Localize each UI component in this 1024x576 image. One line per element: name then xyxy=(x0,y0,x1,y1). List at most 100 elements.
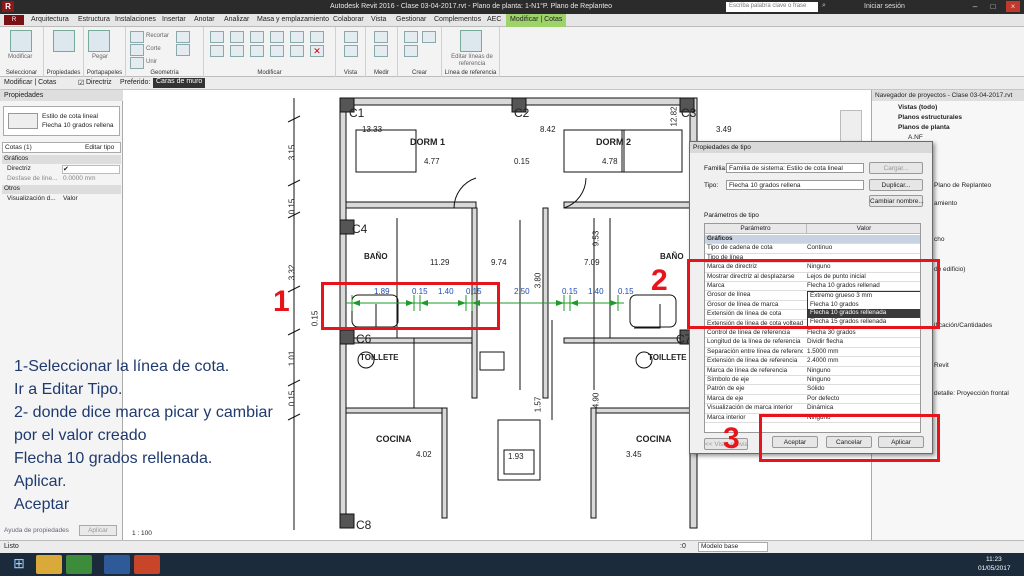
dimension-icon[interactable] xyxy=(374,45,388,57)
param-row[interactable]: Visualización de marca interior Dinámica xyxy=(705,404,920,414)
browser-item[interactable]: Revit xyxy=(934,362,949,369)
tab-modificar-cotas[interactable]: Modificar | Cotas xyxy=(506,14,567,27)
param-value[interactable]: Ninguno xyxy=(807,376,919,384)
browser-item[interactable]: detalle: Proyección frontal xyxy=(934,390,1009,397)
paint-icon[interactable] xyxy=(176,31,190,43)
param-row[interactable]: Marca de eje Por defecto xyxy=(705,395,920,405)
clock-time[interactable]: 11:23 xyxy=(986,556,1002,563)
tab-insertar[interactable]: Insertar xyxy=(162,16,186,23)
param-row[interactable]: Longitud de la línea de referencia Dividi… xyxy=(705,338,920,348)
tab-anotar[interactable]: Anotar xyxy=(194,16,215,23)
offset-icon[interactable] xyxy=(210,45,224,57)
split-icon[interactable] xyxy=(290,31,304,43)
revit-icon[interactable] xyxy=(104,555,130,574)
browser-item[interactable]: Plano de Replanteo xyxy=(934,182,991,189)
tab-arquitectura[interactable]: Arquitectura xyxy=(31,16,69,23)
array-icon[interactable] xyxy=(290,45,304,57)
create-part-icon[interactable] xyxy=(404,45,418,57)
paste-icon[interactable] xyxy=(88,30,110,52)
chrome-icon[interactable] xyxy=(66,555,92,574)
cambiar-nombre-button[interactable]: Cambiar nombre... xyxy=(869,195,924,207)
split-face-icon[interactable] xyxy=(176,44,190,56)
properties-help-link[interactable]: Ayuda de propiedades xyxy=(4,527,69,534)
param-row[interactable]: Símbolo de eje Ninguno xyxy=(705,376,920,386)
param-value[interactable]: Continuo xyxy=(807,244,919,252)
join-icon[interactable] xyxy=(130,57,144,69)
tab-aec[interactable]: AEC xyxy=(487,16,501,23)
browser-item[interactable]: ificación/Cantidades xyxy=(934,322,992,329)
browser-item[interactable]: Planos estructurales xyxy=(898,114,962,121)
browser-item[interactable]: Planos de planta xyxy=(898,124,950,131)
browser-item[interactable]: Vistas (todo) xyxy=(898,104,937,111)
create-group-icon[interactable] xyxy=(422,31,436,43)
tab-complementos[interactable]: Complementos xyxy=(434,16,481,23)
param-row[interactable]: Separación entre línea de referencia 1.50… xyxy=(705,348,920,358)
type-selector[interactable]: Estilo de cota lineal Flecha 10 grados r… xyxy=(3,106,120,136)
maximize-icon[interactable]: □ xyxy=(986,1,1000,12)
param-row[interactable]: Tipo de cadena de cota Continuo xyxy=(705,244,920,254)
move-icon[interactable] xyxy=(250,31,264,43)
properties-apply-button[interactable]: Aplicar xyxy=(79,525,117,536)
create-similar-icon[interactable] xyxy=(404,31,418,43)
mirror-draw-icon[interactable] xyxy=(230,45,244,57)
sign-in-link[interactable]: Iniciar sesión xyxy=(864,3,905,10)
tab-gestionar[interactable]: Gestionar xyxy=(396,16,426,23)
override-icon[interactable] xyxy=(344,45,358,57)
param-value[interactable]: Sólido xyxy=(807,385,919,393)
instance-selector[interactable]: Cotas (1) Editar tipo xyxy=(2,142,121,153)
browser-item[interactable]: cho xyxy=(934,236,944,243)
param-value[interactable]: Flecha 30 grados xyxy=(807,329,919,337)
preferido-select[interactable]: Caras de muro xyxy=(153,78,206,88)
param-value[interactable]: 1.5000 mm xyxy=(807,348,919,356)
search-input[interactable]: Escriba palabra clave o frase xyxy=(726,2,818,12)
trim-icon[interactable] xyxy=(270,45,284,57)
app-menu-icon[interactable]: R xyxy=(2,1,14,12)
powerpoint-icon[interactable] xyxy=(134,555,160,574)
rotate-icon[interactable] xyxy=(270,31,284,43)
directriz-checkbox[interactable]: ☑ xyxy=(78,79,84,87)
model-select[interactable]: Modelo base xyxy=(698,542,768,552)
properties-icon[interactable] xyxy=(53,30,75,52)
param-value[interactable]: Por defecto xyxy=(807,395,919,403)
align-icon[interactable] xyxy=(210,31,224,43)
modify-tool-icon[interactable] xyxy=(10,30,32,52)
param-row[interactable]: Marca de línea de referencia Ninguno xyxy=(705,367,920,376)
clock-date[interactable]: 01/05/2017 xyxy=(978,565,1011,572)
close-icon[interactable]: × xyxy=(1006,1,1020,12)
start-button[interactable]: ⊞ xyxy=(4,555,34,574)
application-button[interactable]: R xyxy=(4,15,24,25)
tab-estructura[interactable]: Estructura xyxy=(78,16,110,23)
param-row[interactable]: Extensión de línea de referencia 2.4000 m… xyxy=(705,357,920,367)
scale-icon[interactable] xyxy=(310,31,324,43)
tab-colaborar[interactable]: Colaborar xyxy=(333,16,364,23)
tab-masa-emplazamiento[interactable]: Masa y emplazamiento xyxy=(257,16,329,23)
cargar-button[interactable]: Cargar... xyxy=(869,162,923,174)
tipo-select[interactable]: Flecha 10 grados rellena xyxy=(726,180,864,190)
hide-icon[interactable] xyxy=(344,31,358,43)
directriz-checkbox[interactable]: ✔ xyxy=(62,165,120,174)
delete-icon[interactable]: ✕ xyxy=(310,45,324,57)
explorer-icon[interactable] xyxy=(36,555,62,574)
mirror-icon[interactable] xyxy=(230,31,244,43)
group-otros[interactable]: Otros xyxy=(2,185,121,194)
edit-type-button[interactable]: Editar tipo xyxy=(85,144,114,151)
scale-label[interactable]: 1 : 100 xyxy=(132,530,152,537)
tab-instalaciones[interactable]: Instalaciones xyxy=(115,16,156,23)
tab-vista[interactable]: Vista xyxy=(371,16,386,23)
group-graficos[interactable]: Gráficos xyxy=(2,155,121,164)
familia-select[interactable]: Familia de sistema: Estilo de cota linea… xyxy=(726,163,864,173)
cut-icon[interactable] xyxy=(130,44,144,56)
edit-witness-lines-icon[interactable] xyxy=(460,30,482,52)
param-row[interactable]: Patrón de eje Sólido xyxy=(705,385,920,395)
param-value[interactable]: Dividir flecha xyxy=(807,338,919,346)
tab-analizar[interactable]: Analizar xyxy=(224,16,249,23)
param-group-row[interactable]: Gráficos xyxy=(705,235,920,245)
minimize-icon[interactable]: – xyxy=(968,1,982,12)
param-value[interactable]: Dinámica xyxy=(807,404,919,412)
copy-icon[interactable] xyxy=(250,45,264,57)
param-value[interactable]: Ninguno xyxy=(807,367,919,375)
cope-icon[interactable] xyxy=(130,31,144,43)
browser-item[interactable]: A.NF xyxy=(908,134,923,141)
browser-item[interactable]: amiento xyxy=(934,200,957,207)
duplicar-button[interactable]: Duplicar... xyxy=(869,179,923,191)
